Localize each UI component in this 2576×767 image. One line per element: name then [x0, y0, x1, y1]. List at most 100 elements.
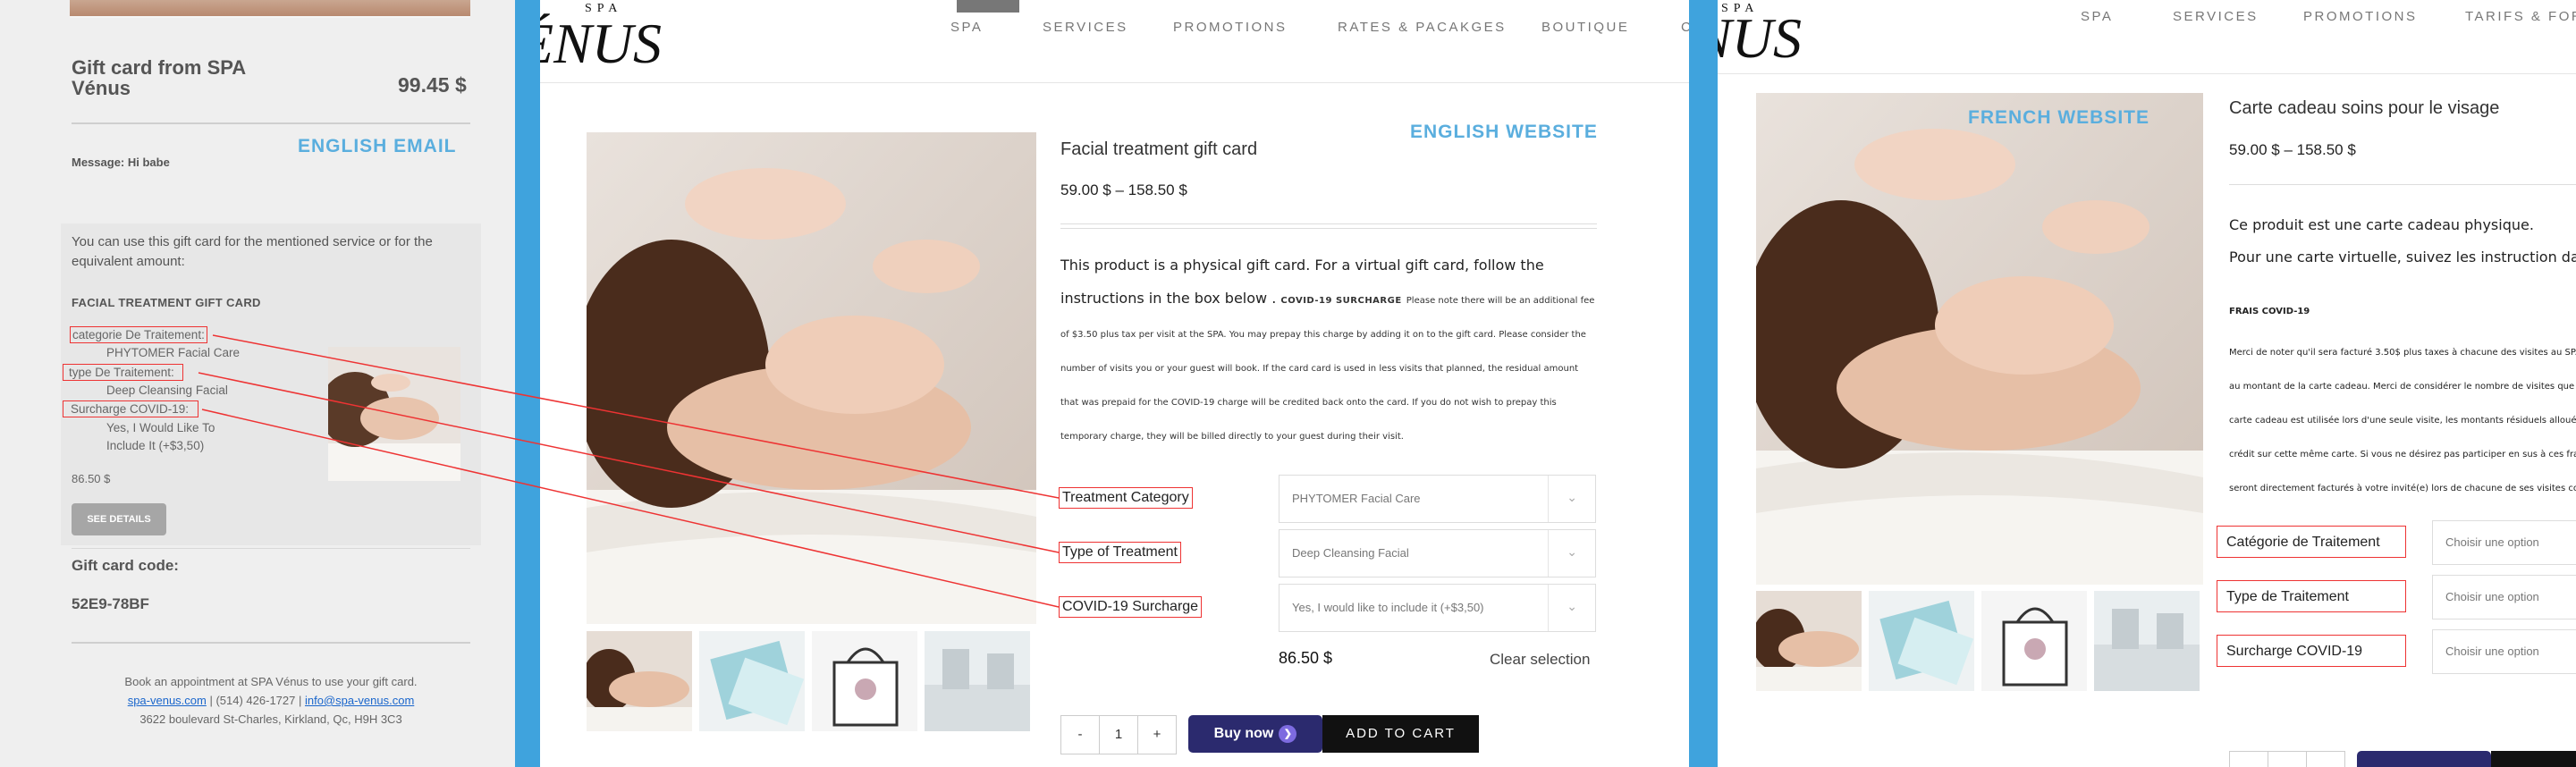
surcharge-select[interactable]: Choisir une option [2432, 629, 2576, 674]
nav-item-services[interactable]: SERVICES [2173, 9, 2259, 24]
categorie-select[interactable]: Choisir une option [2432, 520, 2576, 565]
covid-surcharge-text: Please note there will be an additional … [1060, 296, 1595, 442]
buy-now-button[interactable] [2357, 751, 2491, 767]
french-website-panel: SPA ÉNUS SPA SERVICES PROMOTIONS TARIFS … [1718, 0, 2576, 767]
divider [72, 122, 470, 124]
item-price: 86.50 $ [72, 472, 111, 485]
nav-item-boutique[interactable]: BOUTIQUE [1541, 20, 1629, 35]
thumbnail-3[interactable] [1981, 591, 2087, 691]
nav-item-rates[interactable]: RATES & PACAKGES [1338, 20, 1507, 35]
gift-message: Message: Hi babe [72, 156, 170, 169]
covid-surcharge-select[interactable]: Yes, I would like to include it (+$3,50)… [1279, 584, 1596, 632]
treatment-type-select[interactable]: Deep Cleansing Facial ⌄ [1279, 529, 1596, 577]
thumbnail-4[interactable] [2094, 591, 2200, 691]
nav-item-contact[interactable]: C [1681, 20, 1689, 35]
chevron-down-icon: ⌄ [1567, 544, 1577, 559]
variation-label-categorie: Catégorie de Traitement [2217, 526, 2406, 558]
covid-fees-line-3: carte cadeau est utilisée lors d'une seu… [2229, 416, 2576, 426]
thumbnail-2[interactable] [699, 631, 805, 731]
separator-bar [515, 0, 540, 767]
add-to-cart-button[interactable] [2491, 751, 2576, 767]
quantity-stepper [2229, 751, 2345, 767]
covid-fees-heading: FRAIS COVID-19 [2229, 307, 2310, 316]
quantity-input[interactable]: 1 [1100, 716, 1138, 754]
clear-selection-link[interactable]: Clear selection [1490, 651, 1590, 669]
product-description: This product is a physical gift card. Fo… [1060, 249, 1597, 454]
placeholder-value: Choisir une option [2445, 590, 2539, 603]
price-divider [2229, 184, 2576, 185]
variation-label-treatment-type: Type of Treatment [1059, 542, 1181, 563]
english-website-tag: ENGLISH WEBSITE [1410, 122, 1598, 142]
select-divider [1548, 476, 1549, 522]
english-email-panel: Gift card from SPA Vénus 99.45 $ ENGLISH… [0, 0, 515, 767]
phone-text: | (514) 426-1727 | [206, 694, 305, 707]
detail-value-type: Deep Cleansing Facial [106, 384, 228, 397]
quantity-decrease-button[interactable] [2230, 752, 2268, 767]
price-divider [1060, 228, 1597, 229]
thumbnail-1[interactable] [587, 631, 692, 731]
gift-card-title: Gift card from SPA Vénus [72, 56, 246, 99]
product-main-image[interactable] [587, 132, 1036, 624]
gift-card-price: 99.45 $ [398, 73, 467, 97]
quantity-increase-button[interactable]: + [1138, 716, 1176, 754]
product-thumbnails [587, 631, 1030, 731]
header-divider [1718, 73, 2576, 74]
detail-label-surcharge: Surcharge COVID-19: [63, 400, 199, 417]
divider [72, 642, 470, 644]
nav-item-spa[interactable]: SPA [950, 20, 983, 35]
product-thumbnails [1756, 591, 2200, 691]
english-email-tag: ENGLISH EMAIL [298, 136, 457, 156]
header-divider [540, 82, 1689, 83]
detail-value-surcharge-2: Include It (+$3,50) [106, 439, 205, 452]
product-description: Ce produit est une carte cadeau physique… [2229, 209, 2576, 506]
covid-fees-line-4: crédit sur cette même carte. Si vous ne … [2229, 450, 2576, 459]
selected-value: PHYTOMER Facial Care [1292, 492, 1421, 505]
nav-item-services[interactable]: SERVICES [1043, 20, 1128, 35]
select-divider [1548, 585, 1549, 631]
detail-value-surcharge-1: Yes, I Would Like To [106, 421, 215, 434]
gift-card-code-label: Gift card code: [72, 557, 179, 574]
detail-value-category: PHYTOMER Facial Care [106, 346, 241, 359]
email-footer: Book an appointment at SPA Vénus to use … [72, 672, 470, 729]
logo-name-text: ÉNUS [1718, 6, 1802, 70]
email-link[interactable]: info@spa-venus.com [305, 694, 414, 707]
french-website-tag: FRENCH WEBSITE [1968, 107, 2149, 128]
covid-fees-line-5: seront directement facturés à votre invi… [2229, 484, 2576, 493]
see-details-button[interactable]: SEE DETAILS [72, 503, 166, 535]
footer-address: 3622 boulevard St-Charles, Kirkland, Qc,… [139, 712, 402, 726]
website-link[interactable]: spa-venus.com [128, 694, 207, 707]
thumbnail-2[interactable] [1869, 591, 1974, 691]
thumbnail-3[interactable] [812, 631, 917, 731]
add-to-cart-button[interactable]: ADD TO CART [1322, 715, 1479, 753]
nav-item-tarifs[interactable]: TARIFS & FORF [2465, 9, 2576, 24]
selected-value: Yes, I would like to include it (+$3,50) [1292, 601, 1484, 614]
product-main-image[interactable] [1756, 93, 2203, 585]
divider [72, 548, 470, 549]
quantity-decrease-button[interactable]: - [1061, 716, 1100, 754]
variation-total-price: 86.50 $ [1279, 649, 1333, 667]
select-divider [1548, 530, 1549, 577]
nav-item-promotions[interactable]: PROMOTIONS [2303, 9, 2418, 24]
quantity-increase-button[interactable] [2307, 752, 2344, 767]
quantity-input[interactable] [2268, 752, 2307, 767]
nav-item-promotions[interactable]: PROMOTIONS [1173, 20, 1288, 35]
type-select[interactable]: Choisir une option [2432, 575, 2576, 620]
treatment-category-select[interactable]: PHYTOMER Facial Care ⌄ [1279, 475, 1596, 523]
gift-card-intro: You can use this gift card for the menti… [72, 234, 433, 269]
selected-value: Deep Cleansing Facial [1292, 546, 1409, 560]
thumbnail-4[interactable] [925, 631, 1030, 731]
thumbnail-1[interactable] [1756, 591, 1862, 691]
buy-now-button[interactable]: Buy now ❯ [1188, 715, 1322, 753]
detail-label-type: type De Traitement: [63, 364, 183, 381]
email-header-image [70, 0, 470, 18]
placeholder-value: Choisir une option [2445, 535, 2539, 549]
covid-fees-line-1: Merci de noter qu'il sera facturé 3.50$ … [2229, 348, 2576, 358]
nav-item-spa[interactable]: SPA [2081, 9, 2113, 24]
chevron-down-icon: ⌄ [1567, 490, 1577, 504]
covid-surcharge-heading: COVID-19 SURCHARGE [1280, 296, 1402, 306]
placeholder-value: Choisir une option [2445, 645, 2539, 658]
chevron-down-icon: ⌄ [1567, 599, 1577, 613]
detail-label-category: categorie De Traitement: [70, 326, 207, 343]
product-title: Facial treatment gift card [1060, 139, 1258, 159]
price-divider [1060, 223, 1597, 224]
